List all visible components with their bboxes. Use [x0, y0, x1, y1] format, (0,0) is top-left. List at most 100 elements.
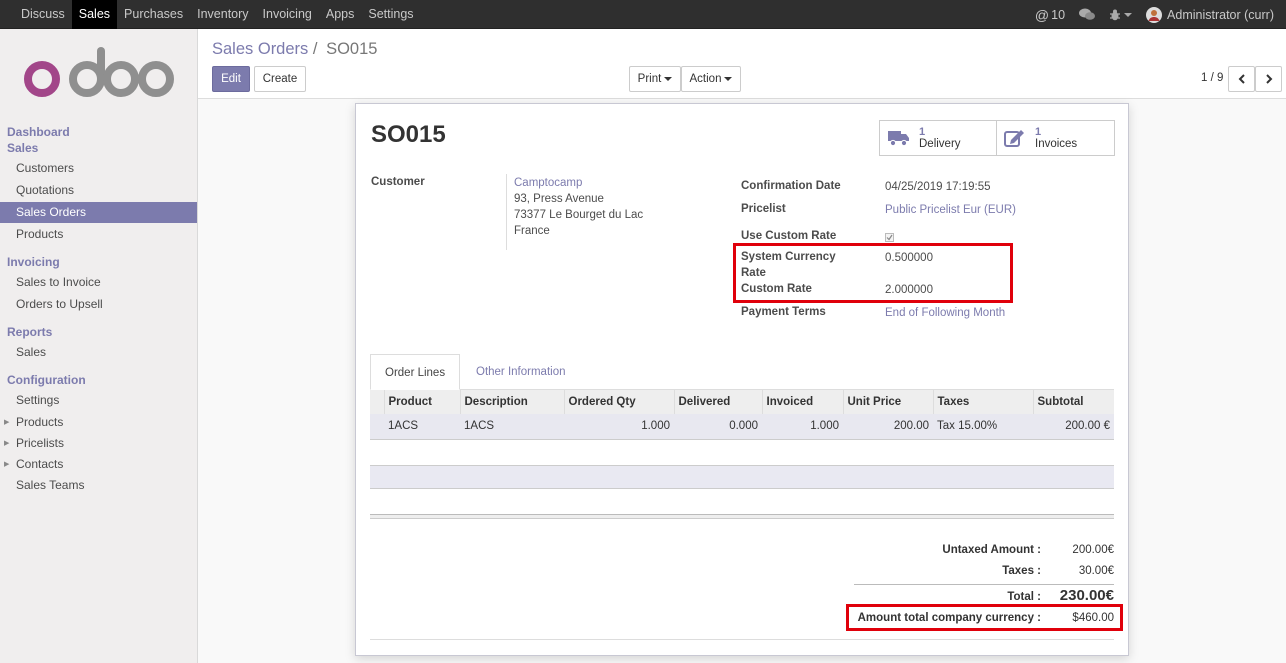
sidebar-item-quotations[interactable]: Quotations [0, 180, 197, 201]
bottom-divider [370, 639, 1114, 640]
menu-settings[interactable]: Settings [361, 0, 420, 29]
handle-header [370, 390, 384, 414]
sidebar-section-dashboard[interactable]: Dashboard [7, 125, 70, 139]
chevron-down-icon [1124, 12, 1133, 17]
column-header-invoiced[interactable]: Invoiced [761, 390, 843, 414]
column-header-product[interactable]: Product [383, 390, 460, 414]
sidebar-section-reports: Reports [7, 325, 53, 339]
untaxed-amount-value: 200.00€ [1072, 544, 1114, 556]
chat-button[interactable] [1079, 8, 1096, 21]
sidebar-item-sales-teams[interactable]: Sales Teams [0, 475, 197, 496]
sidebar-item-orders-to-upsell[interactable]: Orders to Upsell [0, 294, 197, 315]
order-title: SO015 [371, 121, 446, 148]
breadcrumb-sales-orders[interactable]: Sales Orders [212, 40, 308, 58]
sidebar-item-products[interactable]: Products [0, 224, 197, 245]
odoo-logo [24, 47, 174, 97]
print-dropdown[interactable]: Print [629, 66, 681, 92]
company-total-label: Amount total company currency : [857, 612, 1041, 624]
confirmation-date-label: Confirmation Date [741, 180, 841, 192]
payment-terms-link[interactable]: End of Following Month [885, 307, 1005, 319]
sidebar-item-config-products[interactable]: ▶ Products [0, 412, 197, 433]
mentions-count: 10 [1051, 7, 1066, 22]
chevron-right-icon [1265, 74, 1272, 84]
sidebar-item-reports-sales[interactable]: Sales [0, 342, 197, 363]
customer-address-line: 93, Press Avenue [514, 193, 604, 205]
invoices-label: Invoices [1035, 137, 1078, 150]
sidebar: Dashboard Sales Customers Quotations Sal… [0, 29, 198, 663]
chat-bubbles-icon [1079, 8, 1096, 20]
control-panel: Sales Orders / SO015 Edit Create Print A… [198, 29, 1286, 99]
cell-unit-price: 200.00 [843, 414, 933, 440]
breadcrumb-current: SO015 [326, 40, 378, 58]
chevron-left-icon [1238, 74, 1245, 84]
user-menu[interactable]: Administrator (curr) [1146, 6, 1274, 23]
caret-right-icon: ▶ [4, 419, 10, 426]
chevron-down-icon [724, 76, 733, 81]
customer-link[interactable]: Camptocamp [514, 177, 582, 189]
breadcrumb: Sales Orders / SO015 [212, 40, 377, 59]
field-separator [506, 174, 507, 250]
sidebar-item-customers[interactable]: Customers [0, 158, 197, 179]
invoices-smart-button[interactable]: 1 Invoices [996, 120, 1115, 156]
delivery-count: 1 [919, 125, 926, 138]
sidebar-item-label: Products [16, 415, 64, 429]
column-header-ordered-qty[interactable]: Ordered Qty [563, 390, 674, 414]
chevron-down-icon [664, 76, 673, 81]
menu-inventory[interactable]: Inventory [190, 0, 255, 29]
sidebar-item-sales-to-invoice[interactable]: Sales to Invoice [0, 272, 197, 293]
column-header-taxes[interactable]: Taxes [932, 390, 1033, 414]
column-header-description[interactable]: Description [459, 390, 564, 414]
row-handle [370, 414, 384, 440]
at-icon: @ [1034, 6, 1050, 23]
sidebar-item-contacts[interactable]: ▶ Contacts [0, 454, 197, 475]
bug-icon [1110, 9, 1121, 20]
menu-discuss[interactable]: Discuss [14, 0, 72, 29]
use-custom-rate-checkbox[interactable] [885, 233, 894, 242]
pricelist-link[interactable]: Public Pricelist Eur (EUR) [885, 204, 1016, 216]
edit-button[interactable]: Edit [212, 66, 250, 92]
customer-address-line: France [514, 225, 550, 237]
menu-purchases[interactable]: Purchases [117, 0, 190, 29]
top-navbar: Discuss Sales Purchases Inventory Invoic… [0, 0, 1286, 29]
column-header-subtotal[interactable]: Subtotal [1032, 390, 1114, 414]
confirmation-date-value: 04/25/2019 17:19:55 [885, 181, 991, 193]
delivery-smart-button[interactable]: 1 Delivery [879, 120, 997, 156]
breadcrumb-separator: / [312, 40, 318, 58]
total-value: 230.00€ [1059, 587, 1114, 604]
column-header-unit-price[interactable]: Unit Price [842, 390, 933, 414]
order-lines-table: Product Description Ordered Qty Delivere… [370, 390, 1114, 440]
menu-invoicing[interactable]: Invoicing [256, 0, 319, 29]
create-button[interactable]: Create [254, 66, 306, 92]
cell-delivered: 0.000 [674, 414, 762, 440]
pricelist-label: Pricelist [741, 203, 786, 215]
user-name: Administrator (curr) [1167, 7, 1274, 22]
sidebar-section-sales: Sales [7, 141, 39, 155]
cell-subtotal: 200.00 € [1033, 414, 1114, 440]
invoices-count: 1 [1035, 125, 1042, 138]
tab-other-information[interactable]: Other Information [462, 354, 579, 390]
tab-order-lines[interactable]: Order Lines [370, 354, 461, 390]
checkmark-icon [886, 234, 893, 241]
menu-apps[interactable]: Apps [319, 0, 362, 29]
action-dropdown[interactable]: Action [681, 66, 741, 92]
table-footer [370, 514, 1114, 519]
payment-terms-label: Payment Terms [741, 306, 826, 318]
cell-invoiced: 1.000 [762, 414, 843, 440]
cell-taxes: Tax 15.00% [933, 414, 1033, 440]
pager-previous-button[interactable] [1228, 66, 1255, 92]
table-row[interactable]: 1ACS 1ACS 1.000 0.000 1.000 200.00 Tax 1… [370, 414, 1114, 440]
sidebar-item-sales-orders[interactable]: Sales Orders [0, 202, 197, 223]
sidebar-item-settings[interactable]: Settings [0, 390, 197, 411]
column-header-delivered[interactable]: Delivered [673, 390, 762, 414]
sidebar-item-pricelists[interactable]: ▶ Pricelists [0, 433, 197, 454]
menu-sales[interactable]: Sales [71, 0, 118, 29]
cell-description: 1ACS [460, 414, 564, 440]
print-label: Print [637, 73, 662, 85]
empty-row [370, 465, 1114, 489]
debug-button[interactable] [1109, 9, 1133, 21]
pager-value: 1 / 9 [1201, 72, 1224, 84]
customer-label: Customer [371, 176, 425, 188]
customer-address-line: 73377 Le Bourget du Lac [514, 209, 644, 221]
pager-next-button[interactable] [1255, 66, 1282, 92]
mentions-button[interactable]: @ 10 [1035, 7, 1065, 23]
